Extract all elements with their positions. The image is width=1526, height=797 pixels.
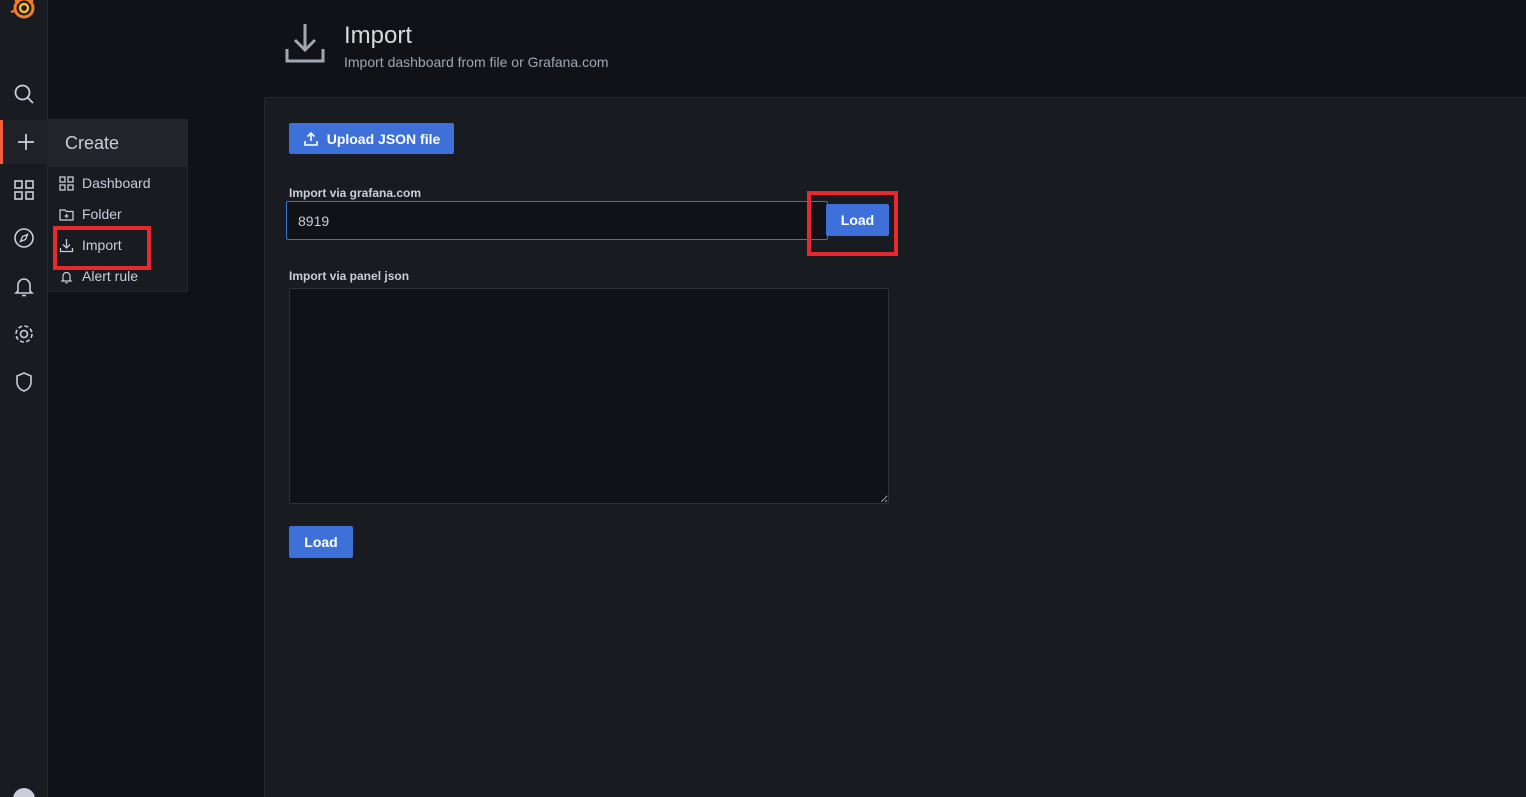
server-admin-shield-icon[interactable]	[0, 360, 48, 404]
menu-item-folder[interactable]: Folder	[59, 204, 122, 224]
menu-item-label: Dashboard	[82, 175, 151, 191]
apps-icon	[59, 175, 74, 191]
alerting-bell-icon[interactable]	[0, 264, 48, 308]
panel-json-label: Import via panel json	[289, 269, 410, 283]
folder-plus-icon	[59, 208, 74, 221]
menu-item-label: Alert rule	[82, 268, 139, 284]
configuration-gear-icon[interactable]	[0, 312, 48, 356]
menu-item-label: Folder	[82, 206, 122, 222]
avatar[interactable]	[13, 788, 35, 797]
dashboards-icon[interactable]	[0, 168, 48, 212]
load-grafana-button[interactable]: Load	[826, 204, 889, 236]
explore-compass-icon[interactable]	[0, 216, 48, 260]
import-icon	[59, 238, 74, 252]
page-title: Import	[344, 22, 413, 49]
search-icon[interactable]	[0, 72, 48, 116]
grafana-id-input[interactable]	[286, 201, 828, 240]
panel-json-textarea[interactable]	[289, 288, 889, 504]
page-header: Import Import dashboard from file or Gra…	[264, 0, 1526, 97]
sidebar	[0, 0, 48, 797]
grafana-logo-icon[interactable]	[10, 0, 38, 22]
upload-json-button[interactable]: Upload JSON file	[289, 123, 454, 154]
menu-item-import[interactable]: Import	[59, 235, 122, 255]
menu-item-dashboard[interactable]: Dashboard	[59, 173, 151, 193]
create-menu-title[interactable]: Create	[48, 120, 187, 167]
upload-json-label: Upload JSON file	[326, 130, 441, 147]
import-icon	[285, 24, 325, 63]
load-json-button[interactable]: Load	[289, 526, 353, 558]
upload-icon	[303, 131, 318, 146]
bell-icon	[60, 271, 73, 283]
grafana-import-label: Import via grafana.com	[289, 186, 422, 200]
menu-item-label: Import	[82, 237, 122, 253]
create-plus-icon[interactable]	[0, 120, 48, 164]
menu-item-alert-rule[interactable]: Alert rule	[59, 266, 138, 286]
page-subtitle: Import dashboard from file or Grafana.co…	[344, 54, 609, 70]
create-menu: Create Dashboard Folder Import Alert rul…	[48, 119, 188, 292]
